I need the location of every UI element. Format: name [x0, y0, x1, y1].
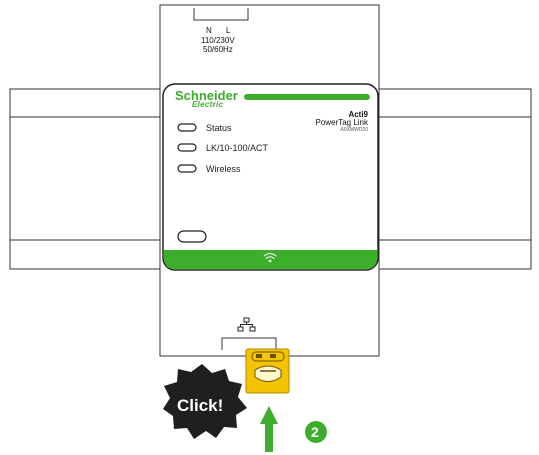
- terminal-n-label: N: [206, 26, 212, 35]
- reset-button[interactable]: [177, 230, 207, 243]
- product-model: PowerTag Link: [315, 118, 368, 127]
- wireless-label: Wireless: [206, 164, 241, 174]
- frequency-label: 50/60Hz: [203, 45, 233, 54]
- link-label: LK/10-100/ACT: [206, 143, 269, 153]
- rj45-connector: [245, 348, 290, 394]
- green-strip: [164, 250, 377, 269]
- led-link: [177, 143, 197, 152]
- led-status: [177, 123, 197, 132]
- step-number: 2: [311, 424, 319, 440]
- status-label: Status: [206, 123, 232, 133]
- product-reference: A9XMWD20: [340, 127, 368, 133]
- click-text: Click!: [177, 396, 224, 415]
- brand-sub-logo: Electric: [192, 100, 224, 109]
- up-arrow-icon: [260, 406, 278, 452]
- terminal-l-label: L: [226, 26, 231, 35]
- voltage-label: 110/230V: [201, 36, 235, 45]
- led-wireless: [177, 164, 197, 173]
- brand-bar: [244, 94, 370, 100]
- installation-diagram: N L 110/230V 50/60Hz Schneider Electric …: [0, 0, 539, 455]
